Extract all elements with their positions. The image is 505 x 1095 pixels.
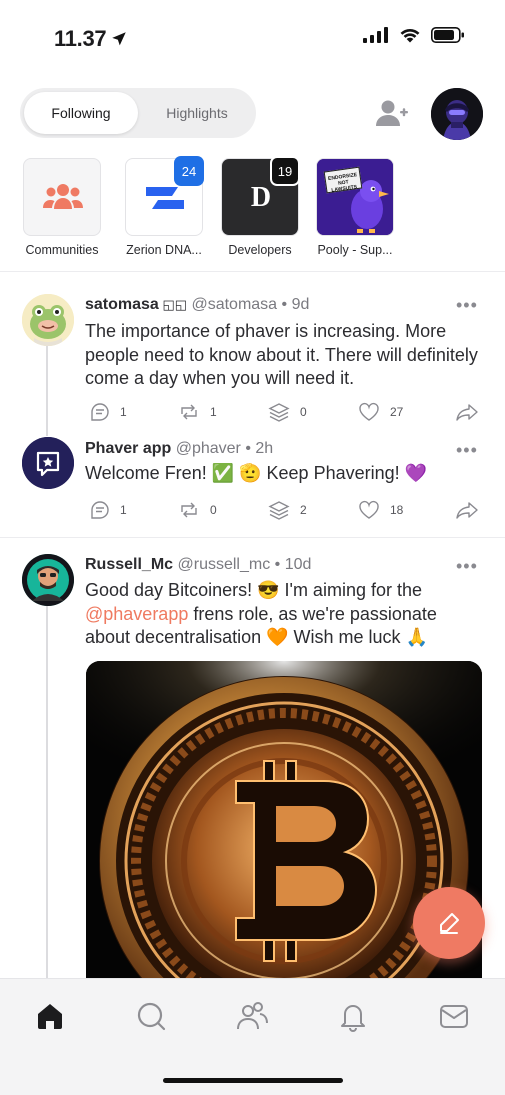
name-badge-icons: ◱◱: [158, 297, 188, 312]
post-time: • 2h: [245, 440, 274, 457]
author-name[interactable]: Phaver app: [85, 440, 171, 457]
post-text: Welcome Fren! ✅ 🫡 Keep Phavering! 💜: [85, 463, 428, 483]
unread-badge: 19: [270, 156, 300, 186]
russell-avatar-image: [22, 554, 74, 606]
tab-following[interactable]: Following: [24, 92, 138, 134]
community-communities[interactable]: Communities: [22, 158, 102, 257]
unread-badge: 24: [174, 156, 204, 186]
repost-button[interactable]: 1: [178, 402, 217, 422]
avatar[interactable]: [22, 294, 74, 346]
community-zerion[interactable]: 24 Zerion DNA...: [124, 156, 204, 257]
thread-line: [46, 346, 48, 436]
heart-icon: [359, 500, 379, 519]
post-text: Good day Bitcoiners! 😎 I'm aiming for th…: [85, 579, 480, 650]
comment-button[interactable]: 1: [90, 500, 127, 520]
stack-count: 0: [300, 405, 307, 419]
repost-icon: [181, 502, 197, 518]
author-name[interactable]: Russell_Mc: [85, 556, 173, 573]
community-pooly[interactable]: ENDORSIZE NOT LAWSUITS Pooly - Sup...: [315, 158, 395, 257]
community-developers[interactable]: D 19 Developers: [220, 156, 300, 257]
profile-avatar[interactable]: [431, 88, 483, 140]
community-label: Developers: [228, 243, 292, 257]
like-count: 27: [390, 405, 404, 419]
stack-button[interactable]: 2: [268, 500, 307, 520]
stack-button[interactable]: 0: [268, 402, 307, 422]
app-screen: 11.37 Following Highlights Communities 2…: [0, 0, 505, 1095]
post-time: • 10d: [274, 556, 312, 573]
status-time-text: 11.37: [54, 26, 107, 51]
post-text-part: Good day Bitcoiners! 😎 I'm aiming for th…: [85, 580, 422, 600]
home-indicator: [163, 1078, 343, 1083]
bell-icon[interactable]: [336, 999, 370, 1033]
repost-icon: [181, 404, 197, 420]
wifi-icon: [400, 28, 420, 43]
tab-highlights[interactable]: Highlights: [142, 92, 252, 134]
status-icons: [363, 27, 465, 43]
status-time: 11.37: [54, 26, 128, 52]
divider: [0, 537, 505, 538]
share-icon[interactable]: [455, 500, 479, 520]
profile-avatar-image: [431, 88, 483, 140]
community-tile: ENDORSIZE NOT LAWSUITS: [316, 158, 394, 236]
mail-icon[interactable]: [437, 999, 471, 1033]
avatar[interactable]: [22, 437, 74, 489]
post-header: satomasa ◱◱ @satomasa • 9d: [85, 296, 309, 314]
phaver-logo-icon: [22, 437, 74, 489]
divider: [0, 271, 505, 272]
more-options-button[interactable]: •••: [456, 556, 478, 577]
community-label: Pooly - Sup...: [317, 243, 393, 257]
community-label: Communities: [25, 243, 99, 257]
feed-tabs: Following Highlights: [20, 88, 256, 138]
cellular-signal-icon: [363, 27, 388, 43]
search-icon[interactable]: [134, 999, 168, 1033]
more-options-button[interactable]: •••: [456, 440, 478, 461]
stack-count: 2: [300, 503, 307, 517]
compose-pen-icon: [440, 913, 459, 934]
frog-avatar-image: [22, 294, 74, 346]
community-tile: [23, 158, 101, 236]
like-button[interactable]: 18: [358, 500, 403, 520]
avatar[interactable]: [22, 554, 74, 606]
like-button[interactable]: 27: [358, 402, 403, 422]
compose-button[interactable]: [413, 887, 485, 959]
thread-line: [46, 606, 48, 978]
home-icon[interactable]: [33, 999, 67, 1033]
share-icon[interactable]: [455, 402, 479, 422]
post-header: Russell_Mc @russell_mc • 10d: [85, 556, 311, 574]
mention-link[interactable]: @phaverapp: [85, 604, 188, 624]
add-user-icon[interactable]: [374, 96, 410, 132]
author-name[interactable]: satomasa: [85, 296, 159, 313]
heart-icon: [359, 402, 379, 421]
like-count: 18: [390, 503, 404, 517]
repost-button[interactable]: 0: [178, 500, 217, 520]
people-icon[interactable]: [235, 999, 269, 1033]
people-group-icon: [43, 184, 83, 209]
comment-icon: [91, 501, 109, 519]
comment-icon: [91, 403, 109, 421]
location-arrow-icon: [112, 32, 127, 46]
post-text: The importance of phaver is increasing. …: [85, 321, 478, 388]
stack-icon: [268, 501, 290, 520]
post-header: Phaver app @phaver • 2h: [85, 440, 273, 458]
comment-button[interactable]: 1: [90, 402, 127, 422]
community-label: Zerion DNA...: [126, 243, 202, 257]
comment-count: 1: [120, 503, 127, 517]
more-options-button[interactable]: •••: [456, 295, 478, 316]
comment-count: 1: [120, 405, 127, 419]
author-handle[interactable]: @phaver: [176, 440, 241, 457]
author-handle[interactable]: @russell_mc: [178, 556, 271, 573]
stack-icon: [268, 403, 290, 422]
repost-count: 1: [210, 405, 217, 419]
post-time: • 9d: [281, 296, 310, 313]
repost-count: 0: [210, 503, 217, 517]
pooly-sign: ENDORSIZE NOT LAWSUITS: [323, 166, 363, 194]
battery-icon: [431, 27, 464, 43]
author-handle[interactable]: @satomasa: [191, 296, 277, 313]
